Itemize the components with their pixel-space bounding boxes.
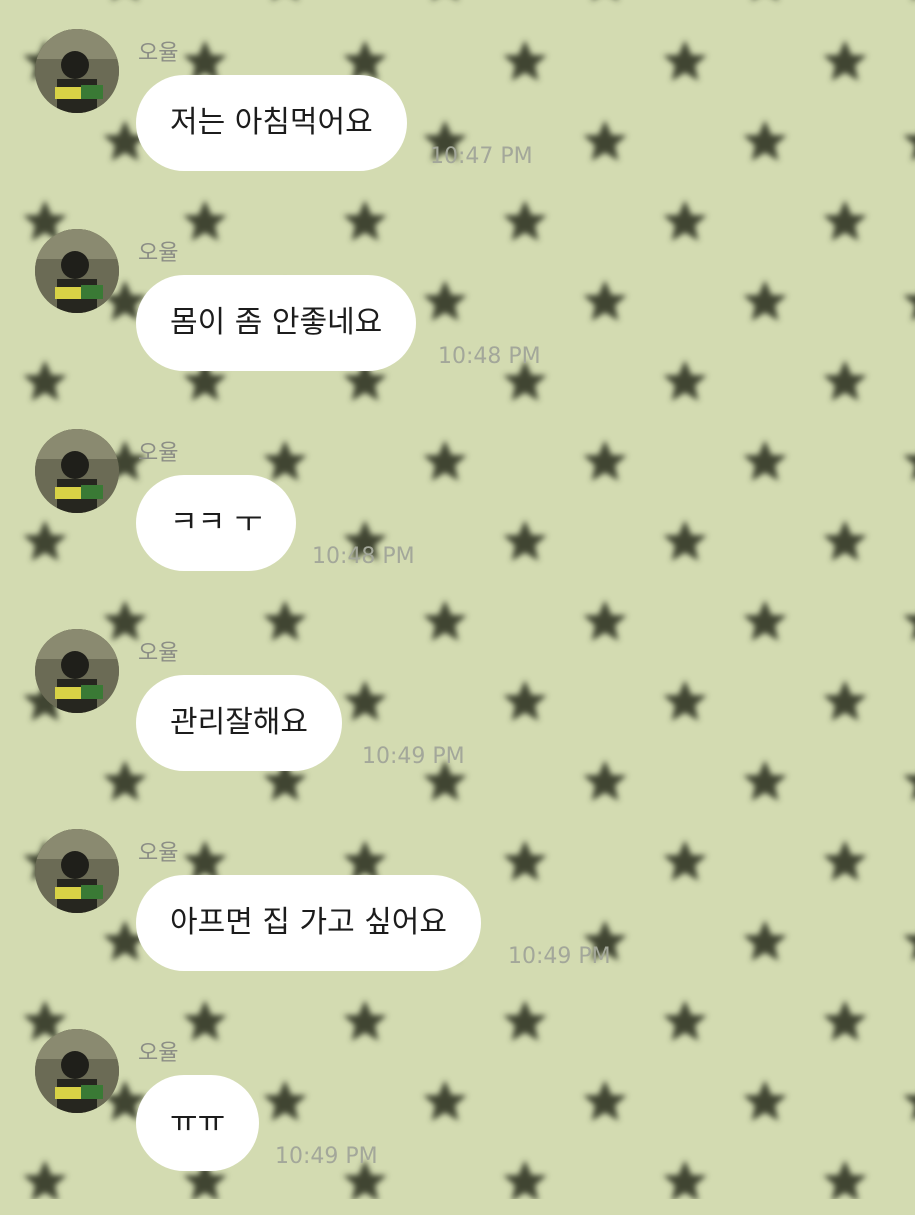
avatar[interactable] — [35, 629, 119, 713]
sender-name: 오율 — [138, 241, 179, 266]
profile-photo-icon — [35, 1029, 119, 1113]
sender-name: 오율 — [138, 441, 179, 466]
message-bubble[interactable]: ㅠㅠ — [136, 1075, 260, 1171]
star-shape — [583, 0, 627, 1]
message-timestamp: 10:49 PM — [362, 744, 465, 769]
message-bubble[interactable]: 몸이 좀 안좋네요 — [136, 275, 417, 371]
avatar[interactable] — [35, 429, 119, 513]
sender-name: 오율 — [138, 841, 179, 866]
message-bubble[interactable]: 관리잘해요 — [136, 675, 342, 771]
sender-name: 오율 — [138, 41, 179, 66]
star-shape — [423, 0, 467, 1]
message-timestamp: 10:48 PM — [312, 544, 415, 569]
avatar[interactable] — [35, 29, 119, 113]
message-bubble[interactable]: 저는 아침먹어요 — [136, 75, 407, 171]
star-shape — [743, 0, 787, 1]
star-shape — [103, 0, 147, 1]
star-shape — [903, 0, 915, 1]
message-row: 오율 저는 아침먹어요 10:47 PM — [0, 15, 915, 215]
sender-name: 오율 — [138, 1041, 179, 1066]
profile-photo-icon — [35, 229, 119, 313]
avatar[interactable] — [35, 1029, 119, 1113]
sender-name: 오율 — [138, 641, 179, 666]
message-timestamp: 10:47 PM — [430, 144, 533, 169]
message-bubble[interactable]: 아프면 집 가고 싶어요 — [136, 875, 482, 971]
message-timestamp: 10:49 PM — [275, 1144, 378, 1169]
profile-photo-icon — [35, 429, 119, 513]
avatar[interactable] — [35, 829, 119, 913]
message-row: 오율 관리잘해요 10:49 PM — [0, 615, 915, 815]
message-row: 오율 ㅠㅠ 10:49 PM — [0, 1015, 915, 1215]
profile-photo-icon — [35, 29, 119, 113]
message-bubble[interactable]: ㅋㅋ ㅜ — [136, 475, 297, 571]
message-row: 오율 몸이 좀 안좋네요 10:48 PM — [0, 215, 915, 415]
message-row: 오율 아프면 집 가고 싶어요 10:49 PM — [0, 815, 915, 1015]
message-timestamp: 10:49 PM — [508, 944, 611, 969]
message-row: 오율 ㅋㅋ ㅜ 10:48 PM — [0, 415, 915, 615]
avatar[interactable] — [35, 229, 119, 313]
star-shape — [263, 0, 307, 1]
profile-photo-icon — [35, 829, 119, 913]
profile-photo-icon — [35, 629, 119, 713]
message-timestamp: 10:48 PM — [438, 344, 541, 369]
